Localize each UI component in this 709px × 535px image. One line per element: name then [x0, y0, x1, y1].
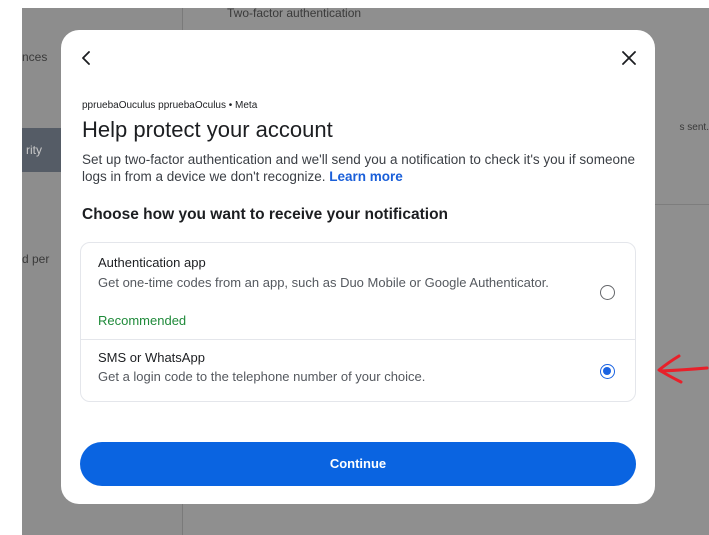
sidebar-item-permissions: d per	[22, 252, 50, 266]
close-icon	[622, 51, 636, 65]
account-breadcrumb: ppruebaOuculus ppruebaOculus • Meta	[82, 100, 258, 111]
radio-authentication-app[interactable]	[600, 285, 615, 300]
radio-sms-whatsapp[interactable]	[600, 364, 615, 379]
background-status-text: s sent.	[679, 122, 709, 133]
close-button[interactable]	[617, 46, 641, 70]
sidebar-item-preferences: nces	[22, 50, 48, 64]
modal-description: Set up two-factor authentication and we'…	[82, 151, 642, 185]
learn-more-link[interactable]: Learn more	[329, 169, 403, 184]
options-heading: Choose how you want to receive your noti…	[82, 206, 449, 223]
option-description: Get a login code to the telephone number…	[98, 369, 426, 384]
option-title: Authentication app	[98, 255, 206, 270]
option-title: SMS or WhatsApp	[98, 350, 205, 365]
recommended-badge: Recommended	[98, 313, 187, 328]
notification-options: Authentication app Get one-time codes fr…	[80, 242, 636, 402]
back-button[interactable]	[75, 46, 99, 70]
option-sms-whatsapp[interactable]: SMS or WhatsApp Get a login code to the …	[81, 340, 635, 401]
continue-button[interactable]: Continue	[80, 442, 636, 486]
page-title: Help protect your account	[82, 117, 333, 142]
chevron-left-icon	[82, 51, 90, 65]
red-arrow-annotation	[657, 354, 709, 384]
two-factor-modal: ppruebaOuculus ppruebaOculus • Meta Help…	[61, 30, 655, 504]
option-description: Get one-time codes from an app, such as …	[98, 275, 549, 290]
option-authentication-app[interactable]: Authentication app Get one-time codes fr…	[81, 243, 635, 340]
background-section-title: Two-factor authentication	[227, 8, 362, 20]
